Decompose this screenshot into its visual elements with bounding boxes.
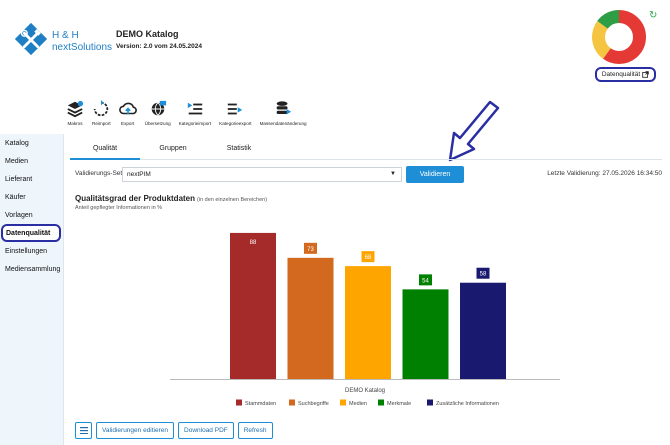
category-import-button[interactable]: Kategorieimport [175,100,215,132]
data-label-2: 68 [365,255,372,261]
bar-2 [345,266,391,379]
legend-swatch-2 [340,399,346,406]
globe-icon [151,100,166,116]
sidebar-item-media[interactable]: Medien [0,152,63,170]
quality-donut[interactable] [590,8,648,66]
data-label-3: 54 [422,278,429,284]
tab-groups[interactable]: Gruppen [138,140,208,160]
macros-button[interactable]: Makros [62,100,88,132]
validation-set-select[interactable]: nextPIM ▼ [122,167,402,182]
catalog-title: DEMO Katalog [116,29,179,39]
reimport-button[interactable]: Reimport [88,100,115,132]
tab-quality[interactable]: Qualität [70,140,140,160]
legend-swatch-1 [289,399,295,406]
chart-title-note: (in den einzelnen Bereichen) [197,197,268,203]
tab-bar: Qualität Gruppen Statistik [70,140,662,160]
bar-4 [460,282,506,379]
legend-label-4: Zusätzliche Informationen [436,401,499,407]
stack-icon [67,100,84,118]
sidebar-item-catalog[interactable]: Katalog [0,134,63,152]
data-label-1: 73 [307,247,314,253]
sidebar: Katalog Medien Lieferant Käufer Vorlagen… [0,134,64,445]
category-export-button[interactable]: Kategorieexport [215,100,255,132]
legend-label-1: Suchbegriffe [298,401,329,407]
refresh-circle-icon [94,100,109,117]
legend-label-0: Stammdaten [245,401,276,407]
legend-swatch-4 [427,399,433,406]
list-icon [79,427,88,434]
sidebar-item-settings[interactable]: Einstellungen [0,242,63,260]
database-icon [276,101,292,115]
bar-0 [230,232,276,379]
data-label-0: 88 [250,240,257,246]
bar-3 [402,289,449,379]
refresh-icon[interactable]: ↻ [649,10,657,21]
legend-swatch-3 [378,399,384,406]
sidebar-item-data-quality[interactable]: Datenqualität [1,224,61,242]
translation-button[interactable]: Übersetzung [141,100,175,132]
list-export-icon [228,103,243,115]
brand-name: H & H nextSolutions [52,30,113,53]
legend-swatch-0 [236,399,242,406]
list-button[interactable] [75,422,92,439]
legend-label-2: Medien [349,401,367,407]
chart-title: Qualitätsgrad der Produktdaten (in den ei… [75,194,268,203]
cloud-upload-icon [118,102,137,115]
hh-logo [14,22,48,56]
data-label-4: 58 [480,272,487,278]
refresh-button[interactable]: Refresh [237,422,273,439]
chevron-down-icon: ▼ [390,171,396,177]
validation-set-value: nextPIM [127,171,151,178]
bottom-bar: Validierungen editieren Download PDF Ref… [75,422,273,439]
legend-label-3: Merkmale [387,401,411,407]
sidebar-item-media-collection[interactable]: Mediensammlung [0,260,63,278]
edit-validations-button[interactable]: Validierungen editieren [96,422,175,439]
category-label: DEMO Katalog [345,388,385,394]
quality-link[interactable]: Datenqualität [595,67,656,82]
toolbar: Makros Reimport Export Übersetzung Kateg… [62,100,311,132]
export-button[interactable]: Export [115,100,141,132]
quality-bar-chart: 88 73 68 54 58 DEMO Katalog Stammdaten Suchbegr… [170,232,560,407]
sidebar-item-buyer[interactable]: Käufer [0,188,63,206]
list-import-icon [187,102,203,115]
mass-data-change-button[interactable]: Massendatenänderung [256,100,311,132]
quality-link-label: Datenqualität [601,71,641,78]
validate-button[interactable]: Validieren [406,166,464,183]
validation-set-label: Validierungs-Set [75,170,123,177]
download-pdf-button[interactable]: Download PDF [178,422,234,439]
tab-statistics[interactable]: Statistik [204,140,274,160]
sidebar-item-templates[interactable]: Vorlagen [0,206,63,224]
bar-1 [287,257,334,379]
catalog-version: Version: 2.0 vom 24.05.2024 [116,43,202,50]
last-validation-text: Letzte Validierung: 27.05.2026 16:34:50 [547,170,662,177]
external-link-icon [642,71,649,78]
sidebar-item-supplier[interactable]: Lieferant [0,170,63,188]
